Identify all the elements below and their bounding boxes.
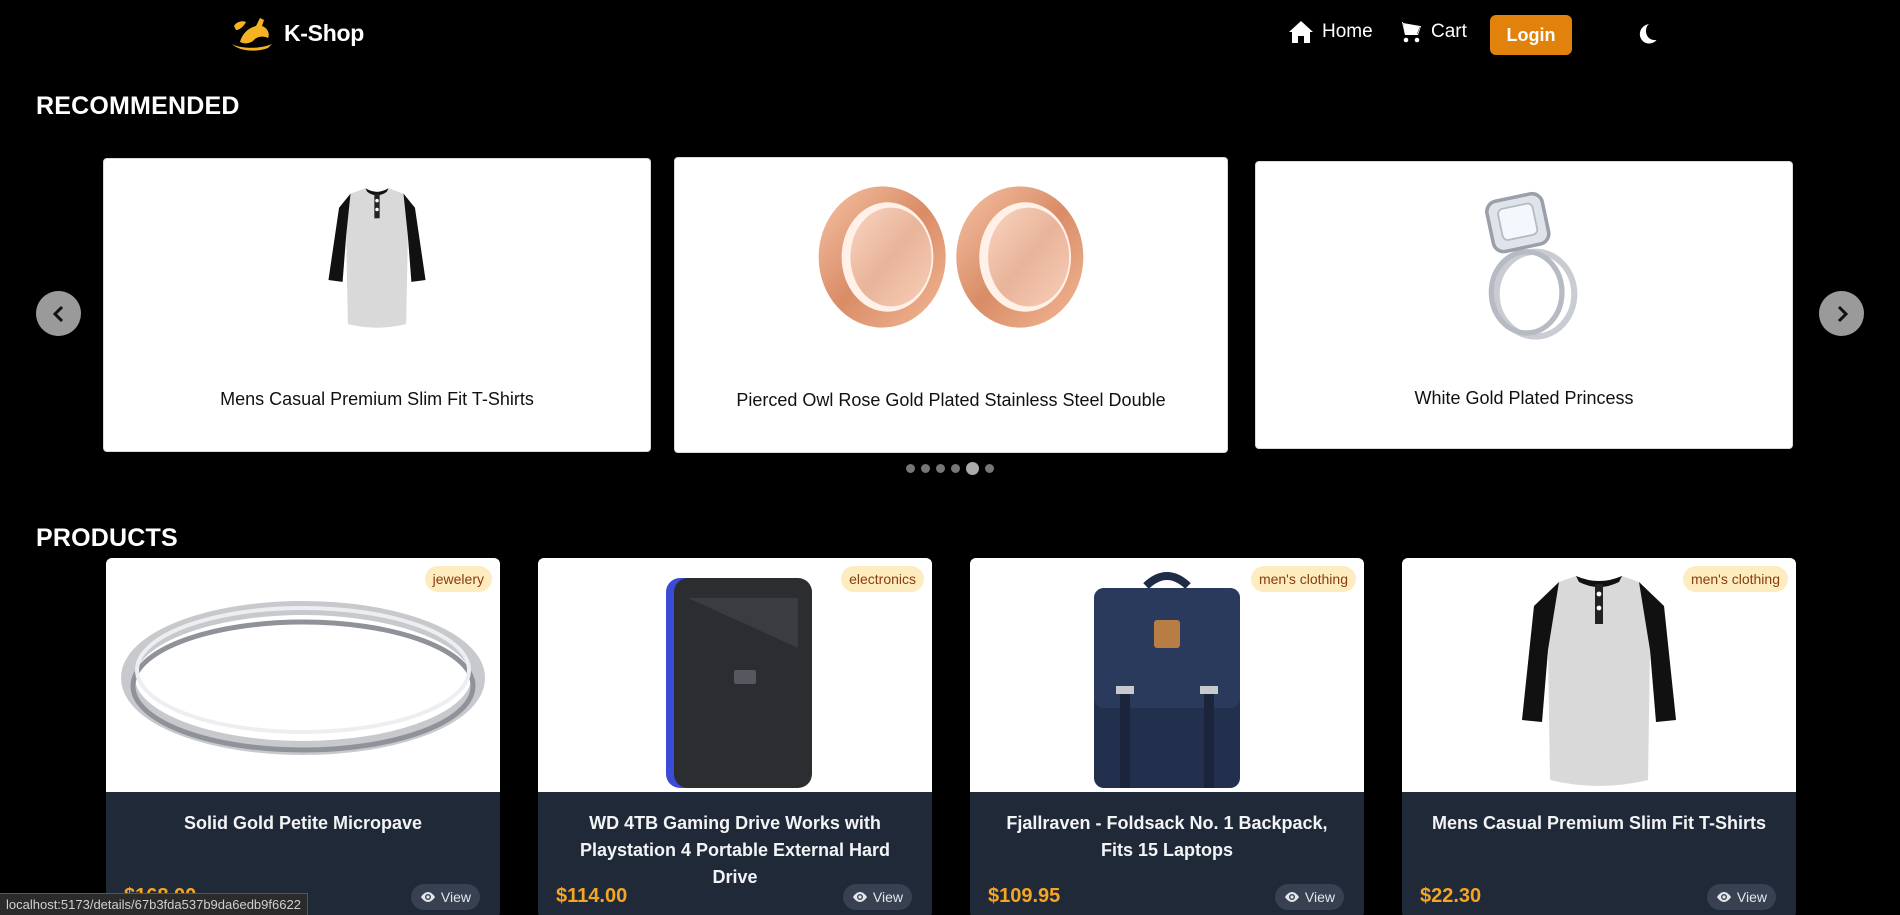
brand-name: K-Shop (284, 19, 364, 46)
category-badge: men's clothing (1250, 566, 1356, 592)
product-card[interactable]: electronics WD 4TB Gaming Drive Works wi… (538, 558, 932, 915)
product-price: $109.95 (988, 885, 1061, 907)
brand[interactable]: K-Shop (228, 14, 364, 52)
backpack-image (1094, 572, 1240, 788)
view-button[interactable]: View (410, 884, 480, 910)
page: K-Shop Home Cart Login RECOMMENDED Mens … (0, 0, 1900, 915)
chevron-left-icon (52, 305, 63, 322)
browser-status-bar: localhost:5173/details/67b3fda537b9da6ed… (0, 893, 308, 915)
nav-cart-link[interactable]: Cart (1397, 20, 1467, 44)
product-name: Fjallraven - Foldsack No. 1 Backpack, Fi… (1006, 813, 1328, 860)
view-label: View (440, 889, 471, 905)
product-price: $114.00 (556, 885, 628, 907)
product-name: Solid Gold Petite Micropave (183, 813, 423, 833)
chevron-right-icon (1837, 305, 1848, 322)
eye-icon (852, 892, 867, 902)
category-badge: jewelery (424, 566, 492, 592)
product-card[interactable]: jewelery Solid Gold Petite Micropave $16… (106, 558, 500, 915)
product-image (970, 558, 1364, 792)
top-navbar: K-Shop Home Cart Login (0, 0, 1900, 70)
view-button[interactable]: View (842, 884, 912, 910)
product-image (1256, 190, 1792, 340)
moon-icon (1639, 24, 1657, 44)
recommended-card[interactable]: White Gold Plated Princess (1255, 161, 1793, 449)
carousel-dot[interactable] (906, 464, 915, 473)
product-price: $22.30 (1420, 885, 1482, 907)
carousel-dot[interactable] (921, 464, 930, 473)
view-label: View (1304, 889, 1335, 905)
diamond-ring-image (1485, 191, 1578, 340)
carousel-dot[interactable] (936, 464, 945, 473)
hard-drive-image (666, 578, 812, 788)
nav-cart-label: Cart (1431, 21, 1467, 42)
product-name: WD 4TB Gaming Drive Works with Playstati… (579, 813, 891, 887)
kangaroo-logo-icon (232, 18, 272, 51)
carousel-prev-button[interactable] (36, 291, 81, 336)
product-name: Mens Casual Premium Slim Fit T-Shirts (1431, 813, 1767, 833)
cart-icon (1398, 22, 1421, 43)
login-button[interactable]: Login (1490, 15, 1572, 55)
recommended-card[interactable]: Mens Casual Premium Slim Fit T-Shirts (103, 158, 651, 452)
view-button[interactable]: View (1274, 884, 1344, 910)
nav-home-link[interactable]: Home (1288, 20, 1373, 44)
carousel-dot[interactable] (951, 464, 960, 473)
product-image (106, 558, 500, 792)
carousel-dot[interactable] (985, 464, 994, 473)
eye-icon (420, 892, 435, 902)
rose-gold-plugs-image (818, 186, 1084, 328)
recommended-heading: RECOMMENDED (36, 92, 240, 120)
view-button[interactable]: View (1706, 884, 1776, 910)
recommended-product-name: White Gold Plated Princess (1414, 388, 1634, 408)
tshirt-image (1522, 576, 1676, 786)
gold-ring-image (121, 601, 485, 755)
product-image (104, 183, 650, 333)
eye-icon (1284, 892, 1299, 902)
recommended-product-name: Pierced Owl Rose Gold Plated Stainless S… (736, 390, 1166, 410)
view-label: View (1736, 889, 1767, 905)
category-badge: men's clothing (1682, 566, 1788, 592)
theme-toggle[interactable] (1634, 22, 1662, 50)
carousel-next-button[interactable] (1819, 291, 1864, 336)
eye-icon (1716, 892, 1731, 902)
category-badge: electronics (841, 566, 924, 592)
recommended-card[interactable]: Pierced Owl Rose Gold Plated Stainless S… (674, 157, 1228, 453)
carousel-dot-active[interactable] (966, 462, 979, 475)
carousel-dots (906, 462, 994, 475)
product-image (675, 182, 1227, 332)
view-label: View (872, 889, 903, 905)
tshirt-image (328, 188, 426, 328)
recommended-product-name: Mens Casual Premium Slim Fit T-Shirts (220, 389, 534, 409)
product-image (1402, 558, 1796, 792)
product-card[interactable]: men's clothing Mens Casual Premium Slim … (1402, 558, 1796, 915)
home-icon (1289, 21, 1313, 43)
nav-home-label: Home (1322, 21, 1373, 42)
product-card[interactable]: men's clothing Fjallraven - Foldsack No.… (970, 558, 1364, 915)
products-heading: PRODUCTS (36, 524, 178, 552)
product-image (538, 558, 932, 792)
